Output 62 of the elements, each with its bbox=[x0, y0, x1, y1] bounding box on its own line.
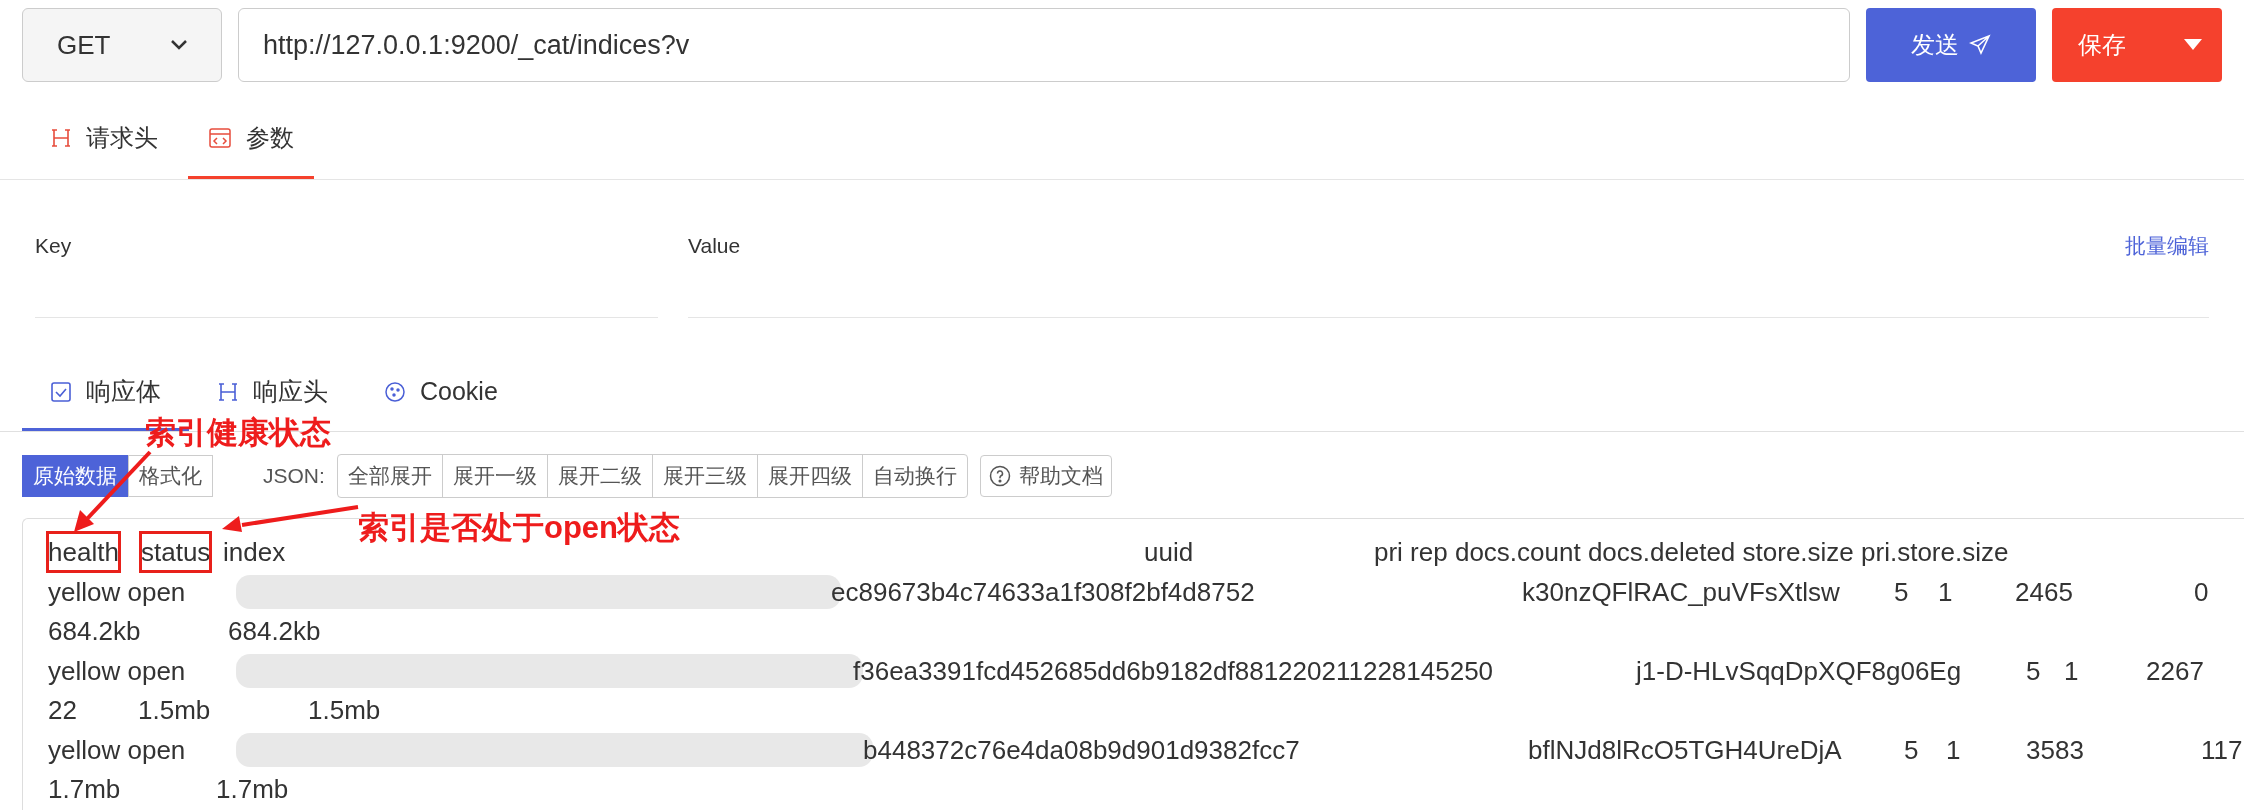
response-text: 2267 bbox=[2146, 654, 2204, 688]
response-text: 5 bbox=[1894, 575, 1909, 609]
response-text: j1-D-HLvSqqDpXQF8g06Eg bbox=[1636, 654, 1962, 688]
response-text: 1 bbox=[2064, 654, 2079, 688]
view-mode-button[interactable]: 格式化 bbox=[128, 455, 213, 497]
chevron-down-icon bbox=[171, 40, 187, 50]
expand-button[interactable]: 展开三级 bbox=[651, 455, 757, 497]
expand-button[interactable]: 自动换行 bbox=[861, 455, 967, 497]
expand-button[interactable]: 展开一级 bbox=[441, 455, 547, 497]
response-text: 2465 bbox=[2015, 575, 2073, 609]
expand-button[interactable]: 全部展开 bbox=[337, 455, 442, 497]
response-text: 1.7mb bbox=[216, 773, 289, 806]
save-button[interactable]: 保存 bbox=[2052, 8, 2222, 82]
header-icon bbox=[217, 380, 239, 403]
code-window-icon bbox=[208, 126, 232, 149]
cookie-icon bbox=[384, 380, 406, 403]
question-icon bbox=[988, 465, 1011, 487]
response-text: yellow open bbox=[48, 575, 186, 609]
annotation-label: 索引是否处于open状态 bbox=[358, 509, 681, 547]
response-text: pri rep docs.count docs.deleted store.size pri.store.size bbox=[1374, 536, 2009, 569]
url-field[interactable]: http://127.0.0.1:9200/_cat/indices?v bbox=[238, 8, 1850, 82]
response-text: 3583 bbox=[2026, 733, 2084, 767]
column-header: Value bbox=[688, 233, 741, 259]
response-text: k30nzQFlRAC_puVFsXtlsw bbox=[1522, 575, 1840, 609]
response-text: index bbox=[223, 536, 286, 569]
response-text: 1.5mb bbox=[308, 694, 381, 727]
response-text: 5 bbox=[1904, 733, 1919, 767]
response-text: b448372c76e4da08b9d901d9382fcc7 bbox=[863, 733, 1300, 767]
response-text: 0 bbox=[2194, 575, 2209, 609]
method-select[interactable]: GET bbox=[22, 8, 222, 82]
header-icon bbox=[50, 126, 72, 149]
response-text: uuid bbox=[1144, 536, 1194, 569]
response-text: 1.7mb bbox=[48, 773, 121, 806]
response-text: 5 bbox=[2026, 654, 2041, 688]
expand-button[interactable]: 展开二级 bbox=[546, 455, 652, 497]
help-button[interactable]: 帮助文档 bbox=[979, 455, 1112, 497]
response-text: 1 bbox=[1946, 733, 1961, 767]
response-text: 1 bbox=[1938, 575, 1953, 609]
response-text: ec89673b4c74633a1f308f2bf4d8752 bbox=[831, 575, 1255, 609]
response-text: 22 bbox=[48, 694, 77, 727]
send-button[interactable]: 发送 bbox=[1866, 8, 2036, 82]
response-text: bflNJd8lRcO5TGH4UreDjA bbox=[1528, 733, 1842, 767]
column-header: Key bbox=[35, 234, 72, 257]
request-tab[interactable]: 请求头 bbox=[30, 99, 178, 179]
json-label: JSON: bbox=[263, 463, 325, 490]
response-text: health bbox=[48, 533, 119, 571]
response-text: 684.2kb bbox=[228, 615, 321, 648]
request-tab[interactable]: 参数 bbox=[188, 99, 314, 179]
paper-plane-icon bbox=[1969, 34, 1991, 56]
response-text: status bbox=[141, 533, 211, 571]
response-tab[interactable]: Cookie bbox=[356, 355, 526, 431]
view-mode-button[interactable]: 原始数据 bbox=[22, 455, 128, 497]
response-text: yellow open bbox=[48, 654, 186, 688]
response-text: 117 bbox=[2201, 733, 2243, 767]
checkbox-icon bbox=[50, 380, 72, 403]
expand-button[interactable]: 展开四级 bbox=[756, 455, 862, 497]
bulk-edit-link[interactable]: 批量编辑 bbox=[2125, 230, 2209, 262]
caret-icon bbox=[2184, 39, 2202, 51]
response-text: 1.5mb bbox=[138, 694, 211, 727]
response-text: f36ea3391fcd452685dd6b9182df881220211228145250 bbox=[853, 654, 1494, 688]
response-text: 684.2kb bbox=[48, 615, 141, 648]
response-text: yellow open bbox=[48, 733, 186, 767]
